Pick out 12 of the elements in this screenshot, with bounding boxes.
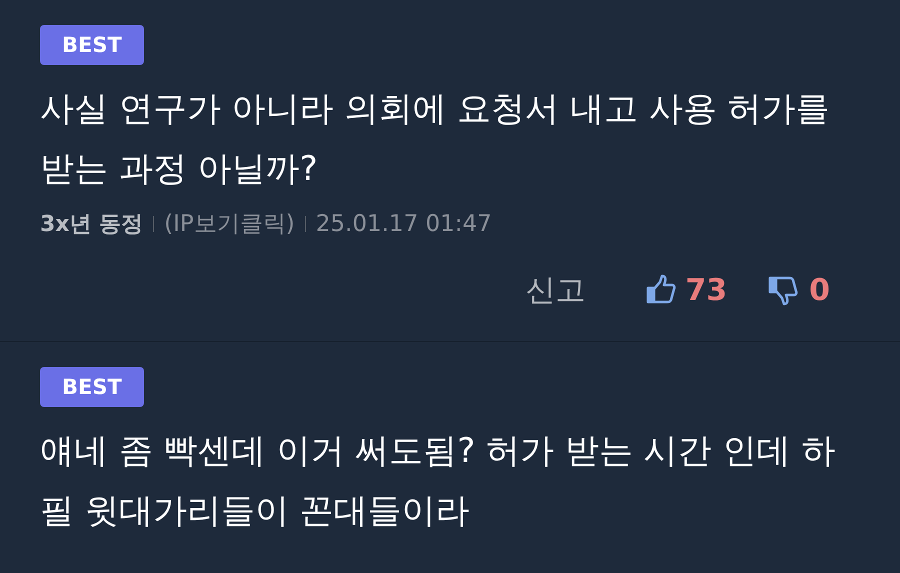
report-button[interactable]: 신고 xyxy=(525,268,586,312)
ip-link[interactable]: (IP보기클릭) xyxy=(164,207,295,242)
thumbs-down-icon xyxy=(767,274,800,306)
comment-text: 사실 연구가 아니라 의회에 요청서 내고 사용 허가를 받는 과정 아닐까? xyxy=(40,88,831,191)
dislike-button[interactable]: 0 xyxy=(767,268,830,312)
best-badge: BEST xyxy=(40,25,144,65)
thumbs-up-icon xyxy=(645,274,678,306)
best-badge: BEST xyxy=(40,366,144,406)
like-button[interactable]: 73 xyxy=(645,268,728,312)
comment-text: 얘네 좀 빡센데 이거 써도됨? 허가 받는 시간 인데 하필 윗대가리들이 꼰대들이라 xyxy=(40,430,836,532)
timestamp: 25.01.17 01:47 xyxy=(316,210,492,239)
author-name[interactable]: 3x년 동정 xyxy=(40,208,144,241)
